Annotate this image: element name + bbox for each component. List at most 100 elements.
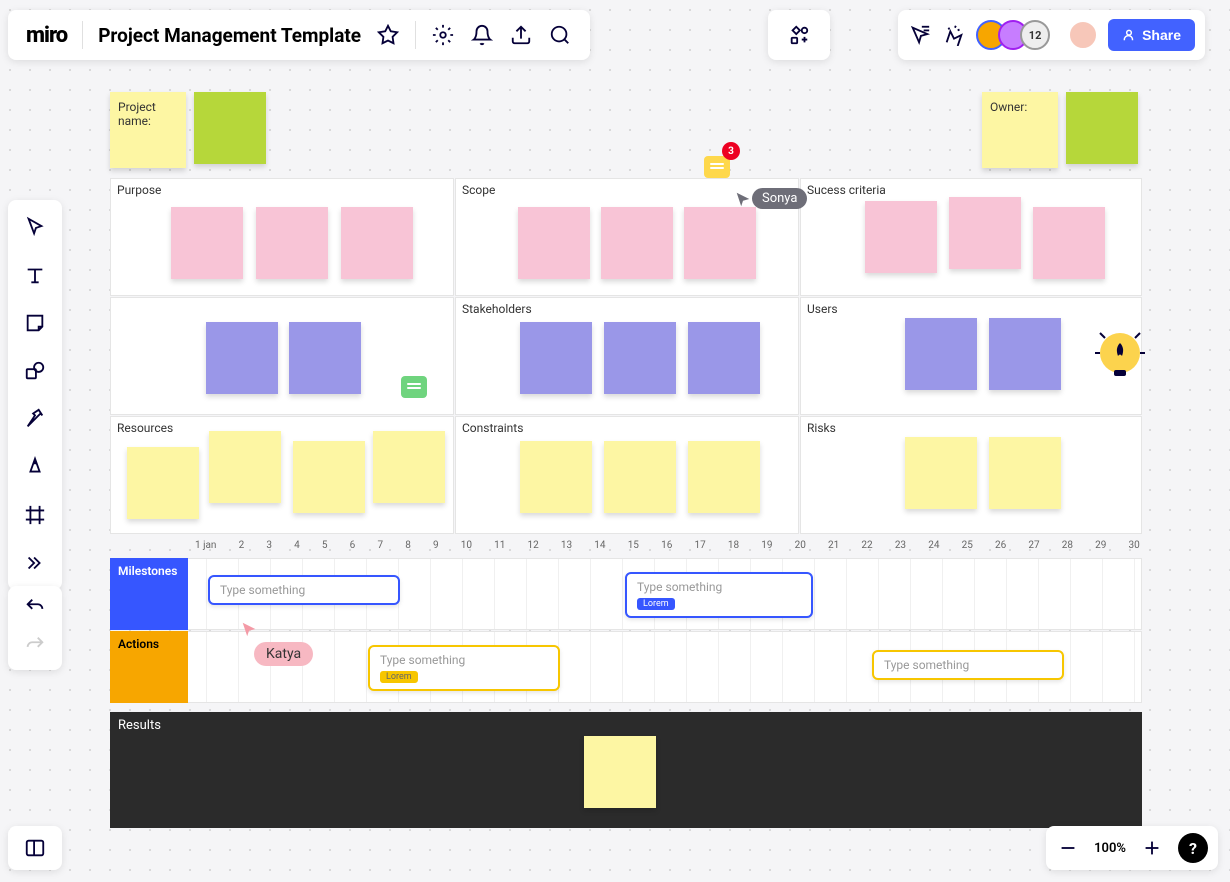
action-card[interactable]: Type something Lorem <box>368 645 560 691</box>
card-tag: Lorem <box>380 671 418 683</box>
card-placeholder: Type something <box>220 583 388 597</box>
sticky-note[interactable] <box>584 736 656 808</box>
avatar-self[interactable] <box>1068 20 1098 50</box>
results-label: Results <box>110 712 1142 739</box>
miro-logo[interactable]: miro <box>26 23 67 48</box>
card-placeholder: Type something <box>637 580 801 594</box>
help-button[interactable]: ? <box>1178 833 1208 863</box>
zoom-out-button[interactable] <box>1056 836 1080 860</box>
minimap-button[interactable] <box>8 826 62 870</box>
section-label: Scope <box>462 183 495 197</box>
sticky-note[interactable] <box>373 431 445 503</box>
section-success[interactable]: Sucess criteria <box>800 178 1142 296</box>
cursor-sonya: Sonya <box>734 188 807 209</box>
sticky-note[interactable] <box>905 437 977 509</box>
milestone-card[interactable]: Type something Lorem <box>625 572 813 618</box>
card-placeholder: Type something <box>380 653 548 667</box>
sticky-note[interactable] <box>865 201 937 273</box>
section-blank-left[interactable] <box>110 297 454 415</box>
section-constraints[interactable]: Constraints <box>455 416 799 534</box>
cursor-label-katya: Katya <box>254 642 313 666</box>
timeline-dates: 1 jan23456789101112131415161718192021222… <box>195 540 1140 551</box>
sticky-note[interactable] <box>256 207 328 279</box>
sticky-note[interactable] <box>604 441 676 513</box>
sticky-note[interactable] <box>688 441 760 513</box>
sticky-note[interactable] <box>989 437 1061 509</box>
section-label: Sucess criteria <box>807 183 886 197</box>
topbar-right: 12 Share <box>898 10 1205 60</box>
section-resources[interactable]: Resources <box>110 416 454 534</box>
avatar-count[interactable]: 12 <box>1020 20 1050 50</box>
sticky-note[interactable] <box>289 322 361 394</box>
divider <box>415 21 416 49</box>
board-title[interactable]: Project Management Template <box>98 24 361 47</box>
avatar-group[interactable]: 12 <box>976 20 1050 50</box>
toolbar <box>8 200 62 590</box>
comment-badge: 3 <box>722 142 740 160</box>
section-label: Stakeholders <box>462 302 532 316</box>
card-tag: Lorem <box>637 598 675 610</box>
section-purpose[interactable]: Purpose <box>110 178 454 296</box>
line-tool[interactable] <box>20 404 50 434</box>
sticky-note[interactable] <box>206 322 278 394</box>
sticky-note[interactable] <box>1033 207 1105 279</box>
sticky-note[interactable] <box>520 322 592 394</box>
card-placeholder: Type something <box>884 658 1052 672</box>
sticky-note[interactable] <box>171 207 243 279</box>
sticky-note[interactable] <box>293 441 365 513</box>
section-risks[interactable]: Risks <box>800 416 1142 534</box>
divider <box>82 21 83 49</box>
sticky-note[interactable] <box>209 431 281 503</box>
sticky-project-name[interactable]: Project name: <box>110 92 186 168</box>
sticky-owner[interactable]: Owner: <box>982 92 1058 168</box>
more-tools[interactable] <box>20 548 50 578</box>
sticky-note[interactable] <box>518 207 590 279</box>
sticky-note[interactable] <box>688 322 760 394</box>
sticky-owner-value[interactable] <box>1066 92 1138 164</box>
zoom-in-button[interactable] <box>1140 836 1164 860</box>
cursor-katya <box>240 620 258 638</box>
sticky-note[interactable] <box>341 207 413 279</box>
sticky-note[interactable] <box>127 447 199 519</box>
sticky-note[interactable] <box>604 322 676 394</box>
reactions-icon[interactable] <box>942 23 966 47</box>
sticky-note[interactable] <box>989 318 1061 390</box>
sticky-note[interactable] <box>601 207 673 279</box>
sticky-project-name-value[interactable] <box>194 92 266 164</box>
share-button[interactable]: Share <box>1108 19 1195 51</box>
section-label: Users <box>807 302 838 316</box>
frame-tool[interactable] <box>20 500 50 530</box>
select-tool[interactable] <box>20 212 50 242</box>
topbar-left: miro Project Management Template <box>8 10 590 60</box>
export-icon[interactable] <box>509 23 533 47</box>
comment-icon[interactable] <box>401 376 427 398</box>
sticky-note[interactable] <box>905 318 977 390</box>
zoom-controls: 100% ? <box>1046 826 1218 870</box>
lightbulb-icon <box>1090 318 1150 388</box>
milestone-card[interactable]: Type something <box>208 575 400 605</box>
action-card[interactable]: Type something <box>872 650 1064 680</box>
sticky-tool[interactable] <box>20 308 50 338</box>
apps-button[interactable] <box>768 10 830 60</box>
sticky-note[interactable] <box>684 207 756 279</box>
canvas[interactable]: Project name: Owner: Purpose Scope Suces… <box>0 0 1230 882</box>
actions-label[interactable]: Actions <box>110 631 188 703</box>
pen-tool[interactable] <box>20 452 50 482</box>
search-icon[interactable] <box>548 23 572 47</box>
section-stakeholders[interactable]: Stakeholders <box>455 297 799 415</box>
zoom-level[interactable]: 100% <box>1094 841 1126 856</box>
undo-button[interactable] <box>24 596 46 622</box>
cursor-mode-icon[interactable] <box>908 23 932 47</box>
comment-icon[interactable] <box>704 156 730 178</box>
redo-button[interactable] <box>24 634 46 660</box>
sticky-note[interactable] <box>520 441 592 513</box>
sticky-note[interactable] <box>949 197 1021 269</box>
shape-tool[interactable] <box>20 356 50 386</box>
star-icon[interactable] <box>376 23 400 47</box>
results-section[interactable]: Results <box>110 712 1142 828</box>
text-tool[interactable] <box>20 260 50 290</box>
milestones-label[interactable]: Milestones <box>110 558 188 630</box>
settings-icon[interactable] <box>431 23 455 47</box>
bell-icon[interactable] <box>470 23 494 47</box>
section-label: Resources <box>117 421 173 435</box>
